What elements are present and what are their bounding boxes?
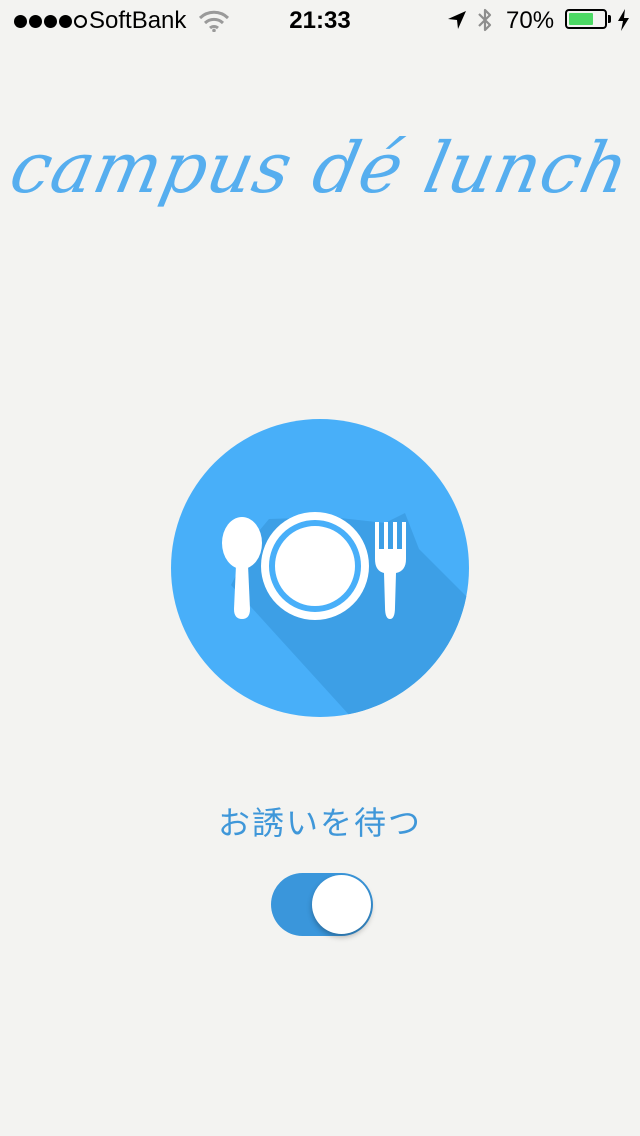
app-logo: campus dé lunch	[3, 127, 637, 209]
wait-invite-toggle[interactable]	[271, 873, 373, 936]
battery-percent: 70%	[506, 7, 555, 34]
battery-level-fill	[569, 13, 593, 25]
charging-bolt-icon	[618, 9, 629, 31]
status-bar: SoftBank 21:33 70%	[0, 0, 640, 40]
battery-icon	[565, 9, 607, 29]
location-arrow-icon	[448, 11, 466, 29]
toggle-knob[interactable]	[312, 875, 371, 934]
lunch-emblem[interactable]	[171, 419, 469, 717]
bluetooth-icon	[478, 8, 492, 32]
battery-terminal	[608, 15, 611, 23]
wait-invite-label: お誘いを待つ	[217, 804, 422, 842]
plate-spoon-fork-icon[interactable]	[171, 419, 469, 717]
